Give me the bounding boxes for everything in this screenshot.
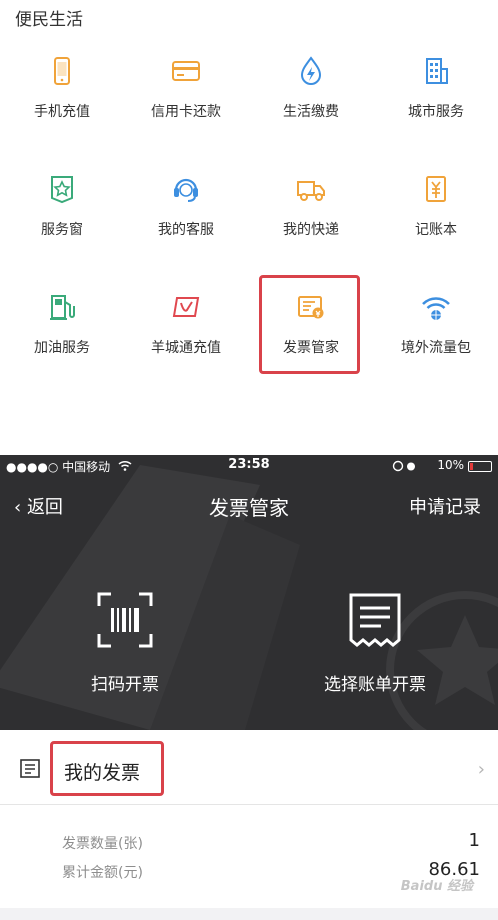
service-overseas-data[interactable]: 境外流量包: [374, 291, 498, 381]
building-icon: [426, 58, 448, 84]
service-label: 服务窗: [41, 222, 83, 238]
battery-icon: [468, 461, 492, 472]
battery-percent: 10%: [437, 458, 464, 472]
invoice-count-row: 发票数量(张) 1: [0, 830, 498, 856]
service-label: 生活缴费: [283, 104, 339, 120]
service-customer-care[interactable]: 我的客服: [124, 173, 248, 263]
scan-invoice-button[interactable]: 扫码开票: [45, 590, 205, 700]
star-window-icon: [51, 176, 73, 204]
service-label: 记账本: [415, 222, 457, 238]
service-label: 我的快递: [283, 222, 339, 238]
wifi-globe-icon: [422, 297, 450, 320]
watermark: Baidu 经验: [400, 879, 473, 894]
footer-band: [0, 908, 498, 920]
invoice-manager-screen: ●●●●○ 中国移动 23:58 10% ‹ 返回 发票管家 申请记录 扫码开票…: [0, 455, 498, 920]
headset-icon: [174, 178, 198, 202]
service-mobile-topup[interactable]: 手机充值: [0, 55, 124, 145]
bill-receipt-icon: [349, 593, 401, 647]
gas-station-icon: [50, 295, 75, 320]
invoice-count-value: 1: [468, 830, 480, 851]
apply-records-button[interactable]: 申请记录: [409, 493, 481, 519]
service-ledger[interactable]: 记账本: [374, 173, 498, 263]
service-credit-card[interactable]: 信用卡还款: [124, 55, 248, 145]
service-window[interactable]: 服务窗: [0, 173, 124, 263]
service-label: 信用卡还款: [151, 104, 221, 120]
credit-card-icon: [172, 61, 200, 81]
chevron-right-icon: ›: [477, 759, 485, 780]
highlight-box-invoice-manager: [259, 275, 360, 374]
service-express[interactable]: 我的快递: [249, 173, 373, 263]
invoice-list-icon: [20, 759, 40, 778]
water-drop-bolt-icon: [300, 56, 322, 85]
service-yct-topup[interactable]: 羊城通充值: [124, 291, 248, 381]
select-bill-invoice-button[interactable]: 选择账单开票: [295, 590, 455, 700]
highlight-box-my-invoices: [50, 741, 164, 796]
yct-card-icon: [172, 297, 200, 317]
service-fuel[interactable]: 加油服务: [0, 291, 124, 381]
service-label: 手机充值: [34, 104, 90, 120]
status-bar: ●●●●○ 中国移动 23:58 10%: [0, 455, 498, 477]
truck-icon: [297, 181, 325, 201]
clock: 23:58: [228, 457, 270, 472]
select-bill-invoice-label: 选择账单开票: [324, 675, 426, 695]
scan-invoice-label: 扫码开票: [91, 675, 159, 695]
service-city[interactable]: 城市服务: [374, 55, 498, 145]
invoice-count-label: 发票数量(张): [62, 836, 143, 852]
scan-barcode-icon: [97, 592, 153, 648]
service-utility-bills[interactable]: 生活缴费: [249, 55, 373, 145]
total-amount-label: 累计金额(元): [62, 865, 143, 881]
service-label: 我的客服: [158, 222, 214, 238]
lock-alarm-icon: [392, 460, 415, 472]
section-title: 便民生活: [15, 10, 83, 30]
service-label: 羊城通充值: [151, 340, 221, 356]
service-label: 境外流量包: [401, 340, 471, 356]
service-label: 加油服务: [34, 340, 90, 356]
yuan-ledger-icon: [426, 176, 446, 202]
phone-icon: [54, 57, 70, 85]
header-panel: ●●●●○ 中国移动 23:58 10% ‹ 返回 发票管家 申请记录 扫码开票…: [0, 455, 498, 730]
service-label: 城市服务: [408, 104, 464, 120]
convenience-panel: 便民生活 手机充值 信用卡还款 生活缴费 城市服务 服务窗 我的客服 我的快递 …: [0, 0, 498, 455]
